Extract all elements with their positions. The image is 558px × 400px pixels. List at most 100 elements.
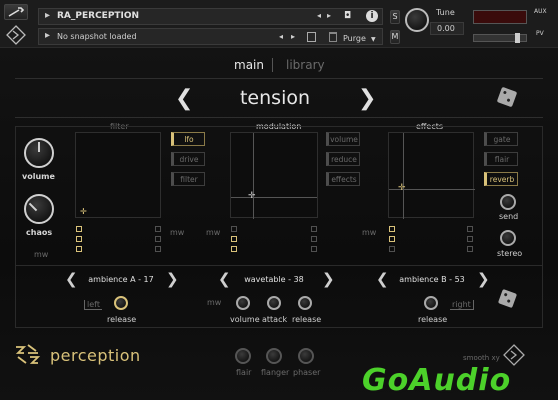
- solo-button[interactable]: S: [390, 10, 400, 24]
- mw-label-bottom: mw: [207, 298, 222, 307]
- prev-preset-button[interactable]: ❮: [175, 86, 193, 111]
- wrench-icon: [8, 7, 25, 17]
- instrument-panel: main library ❮ tension ❯ filter modulati…: [0, 48, 558, 400]
- layer-b-release-label: release: [292, 315, 322, 324]
- smooth-xy-label: smooth xy: [463, 354, 500, 362]
- prev-instrument-icon[interactable]: ◂: [317, 11, 321, 20]
- filter-toggle-4[interactable]: [155, 226, 161, 232]
- filter-xy-pad[interactable]: ✛: [75, 132, 161, 218]
- layer-c-release-label: release: [418, 315, 448, 324]
- mod-slot-volume[interactable]: volume: [326, 132, 360, 146]
- layer-c-release-knob[interactable]: [424, 296, 438, 310]
- layer-a-prev-button[interactable]: ❮: [65, 272, 78, 287]
- fx-toggle-6[interactable]: [467, 246, 473, 252]
- preset-name: tension: [239, 87, 311, 109]
- fx-toggle-5[interactable]: [467, 236, 473, 242]
- trash-icon[interactable]: [329, 32, 337, 42]
- flanger-knob[interactable]: [266, 348, 282, 364]
- mw-label-filter: mw: [170, 228, 185, 237]
- xy-vertical-line: [403, 133, 404, 219]
- volume-slider[interactable]: [473, 33, 527, 43]
- purge-dropdown[interactable]: Purge ▼: [343, 26, 383, 43]
- chaos-knob[interactable]: [24, 194, 54, 224]
- tune-label: Tune: [436, 8, 455, 17]
- send-label: send: [499, 212, 519, 221]
- layer-b-next-button[interactable]: ❯: [322, 272, 335, 287]
- next-instrument-icon[interactable]: ▸: [327, 11, 331, 20]
- fx-slot-gate[interactable]: gate: [484, 132, 518, 146]
- mod-toggle-3[interactable]: [231, 246, 237, 252]
- next-preset-button[interactable]: ❯: [358, 86, 376, 111]
- layer-a-release-knob[interactable]: [114, 296, 128, 310]
- stereo-knob[interactable]: [500, 230, 516, 246]
- save-icon[interactable]: [307, 32, 316, 42]
- aux-label[interactable]: AUX: [534, 8, 547, 15]
- layer-b-attack-knob[interactable]: [267, 296, 281, 310]
- instrument-name-field[interactable]: ▸ RA_PERCEPTION ◂ ▸ ◘ i: [38, 8, 383, 25]
- fx-toggle-1[interactable]: [389, 226, 395, 232]
- chevron-icon: ▸: [45, 30, 51, 41]
- layer-b-name: wavetable - 38: [244, 275, 304, 284]
- mod-toggle-6[interactable]: [311, 246, 317, 252]
- mute-button[interactable]: M: [390, 30, 400, 44]
- dropdown-arrow-icon: ▼: [371, 36, 376, 43]
- chaos-label: chaos: [26, 228, 53, 237]
- stereo-label: stereo: [497, 249, 523, 258]
- volume-knob[interactable]: [24, 138, 54, 168]
- filter-slot-drive[interactable]: drive: [171, 152, 205, 166]
- layer-b-prev-button[interactable]: ❮: [218, 272, 231, 287]
- info-icon[interactable]: i: [366, 10, 378, 22]
- mod-toggle-2[interactable]: [231, 236, 237, 242]
- fx-toggle-3[interactable]: [389, 246, 395, 252]
- mod-toggle-4[interactable]: [311, 226, 317, 232]
- next-snapshot-icon[interactable]: ▸: [291, 32, 295, 41]
- phaser-label: phaser: [293, 368, 321, 377]
- layer-a-release-label: release: [107, 315, 137, 324]
- xy-crosshair-icon: ✛: [80, 207, 87, 216]
- layer-c-prev-button[interactable]: ❮: [376, 272, 389, 287]
- filter-toggle-5[interactable]: [155, 236, 161, 242]
- flair-knob[interactable]: [235, 348, 251, 364]
- layer-c-side: right: [450, 300, 474, 310]
- dice-icon[interactable]: [496, 86, 518, 108]
- effects-xy-pad[interactable]: ✛: [388, 132, 475, 219]
- phaser-knob[interactable]: [298, 348, 314, 364]
- layer-b-volume-knob[interactable]: [236, 296, 250, 310]
- filter-toggle-1[interactable]: [76, 226, 82, 232]
- watermark: GoAudio: [362, 363, 512, 398]
- mod-toggle-5[interactable]: [311, 236, 317, 242]
- flair-label: flair: [236, 368, 252, 377]
- layer-a-next-button[interactable]: ❯: [166, 272, 179, 287]
- mod-slot-reduce[interactable]: reduce: [326, 152, 360, 166]
- wrench-button[interactable]: [4, 4, 28, 20]
- fx-slot-reverb[interactable]: reverb: [484, 172, 518, 186]
- snapshot-field[interactable]: ▸ No snapshot loaded ◂ ▸: [38, 28, 383, 45]
- mw-label-left: mw: [34, 250, 49, 259]
- xy-vertical-line: [253, 133, 254, 219]
- pv-label[interactable]: PV: [536, 30, 544, 37]
- filter-toggle-6[interactable]: [155, 246, 161, 252]
- preset-selector: ❮ tension ❯: [15, 78, 543, 118]
- filter-toggle-3[interactable]: [76, 246, 82, 252]
- mw-label-mod-left: mw: [206, 228, 221, 237]
- mod-toggle-1[interactable]: [231, 226, 237, 232]
- filter-slot-filter[interactable]: filter: [171, 172, 205, 186]
- modulation-xy-pad[interactable]: ✛: [230, 132, 318, 219]
- mod-slot-effects[interactable]: effects: [326, 172, 360, 186]
- fx-toggle-4[interactable]: [467, 226, 473, 232]
- flanger-label: flanger: [261, 368, 290, 377]
- tune-value[interactable]: 0.00: [430, 22, 464, 35]
- tab-main[interactable]: main: [234, 58, 264, 72]
- layer-b-release-knob[interactable]: [298, 296, 312, 310]
- camera-icon[interactable]: ◘: [344, 11, 351, 21]
- layer-c-next-button[interactable]: ❯: [477, 272, 490, 287]
- tab-library[interactable]: library: [286, 58, 325, 72]
- fx-slot-flair[interactable]: flair: [484, 152, 518, 166]
- filter-toggle-2[interactable]: [76, 236, 82, 242]
- fx-toggle-2[interactable]: [389, 236, 395, 242]
- filter-slot-lfo[interactable]: lfo: [171, 132, 205, 146]
- prev-snapshot-icon[interactable]: ◂: [279, 32, 283, 41]
- layer-a-side: left: [84, 300, 102, 310]
- tune-knob[interactable]: [405, 8, 429, 32]
- send-knob[interactable]: [500, 194, 516, 210]
